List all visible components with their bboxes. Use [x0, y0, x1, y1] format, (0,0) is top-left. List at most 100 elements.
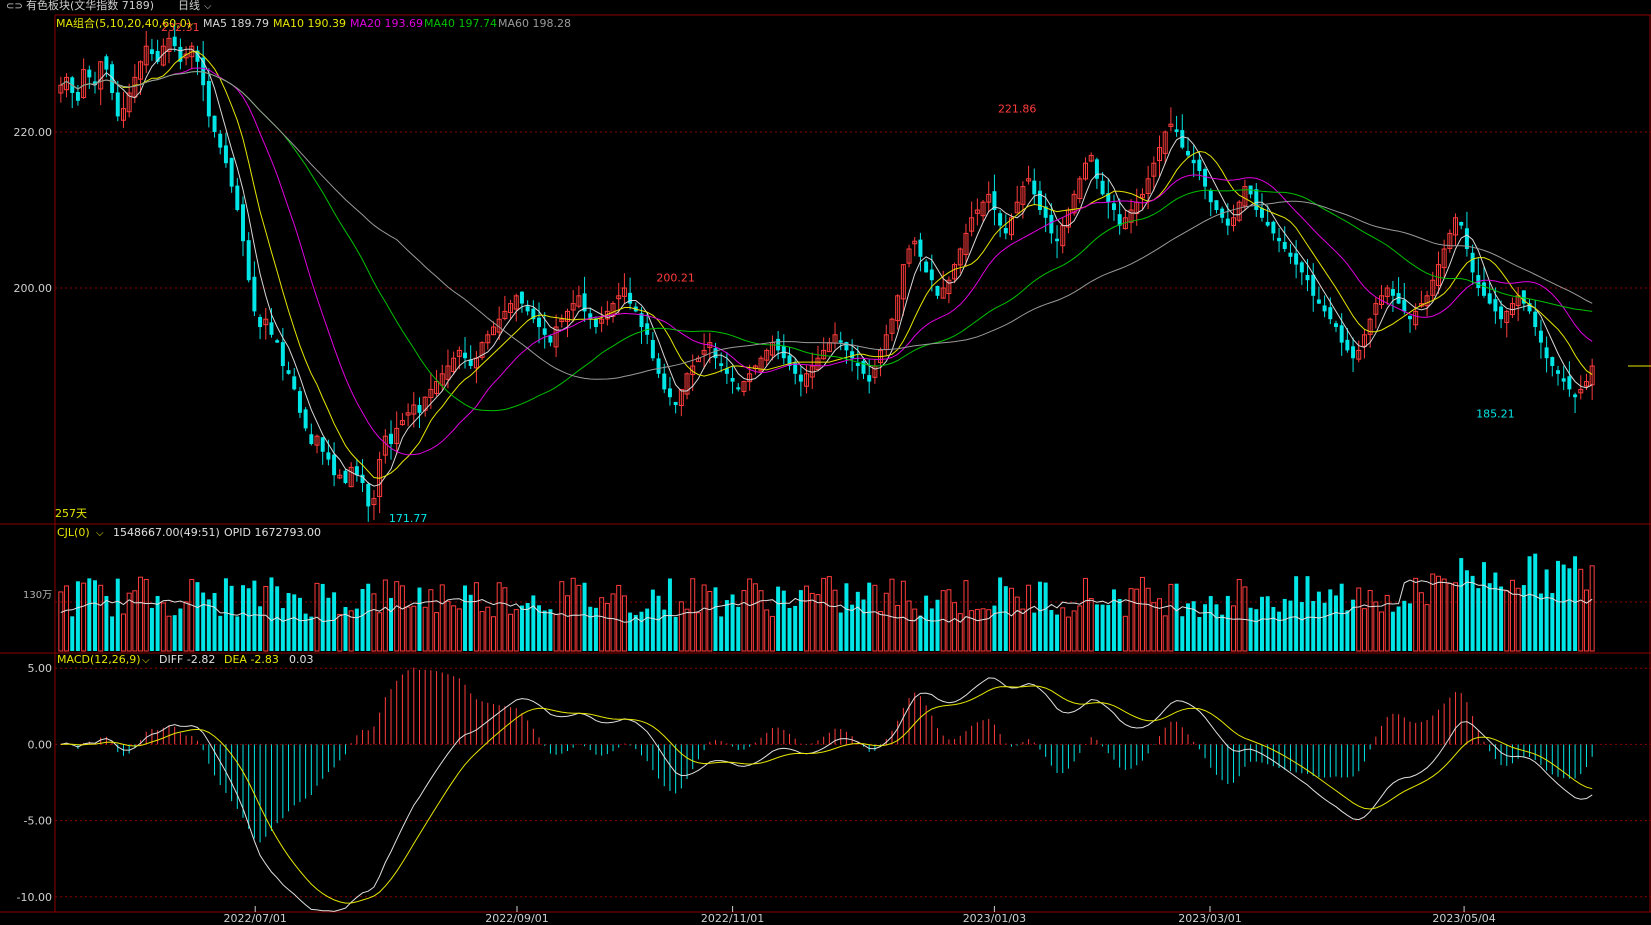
volume-bar	[172, 615, 177, 651]
volume-bar	[280, 608, 285, 651]
candle-body	[303, 409, 308, 429]
candle-body	[1351, 346, 1356, 359]
kline-chart[interactable]: ⊂⊃ 有色板块(文华指数 7189) 日线 ⌵ 220.00 200.00 5.00…	[0, 0, 1651, 925]
candle-body	[212, 115, 217, 132]
volume-bar	[1459, 558, 1464, 651]
volume-bar	[104, 595, 109, 651]
volume-bar	[303, 613, 308, 651]
volume-bar	[1407, 603, 1412, 651]
volume-bar	[337, 613, 343, 652]
volume-bar	[1361, 608, 1367, 652]
volume-bar	[1578, 568, 1584, 652]
volume-bar	[1168, 583, 1174, 652]
volume-bar	[1441, 578, 1447, 652]
volume-bar	[1151, 602, 1157, 652]
candle-body	[1180, 130, 1185, 148]
candle-body	[297, 391, 302, 413]
volume-bar	[490, 616, 496, 652]
candle-body	[1037, 190, 1042, 210]
volume-bar	[360, 588, 365, 651]
volume-scale-label: 130万	[23, 590, 52, 601]
volume-bar	[1180, 616, 1185, 651]
volume-bar	[1470, 575, 1475, 651]
volume-bar	[1259, 596, 1264, 651]
candle-body	[667, 388, 672, 398]
candle-body	[1185, 150, 1190, 156]
volume-bar	[70, 616, 75, 651]
volume-bar	[986, 609, 992, 652]
volume-bar	[445, 600, 451, 652]
volume-bar	[1231, 605, 1237, 652]
x-axis-labels: 2022/07/01 2022/09/01 2022/11/01 2023/01/03…	[223, 906, 1496, 925]
volume-bar	[64, 585, 70, 652]
volume-bar	[241, 585, 246, 651]
volume-bar	[929, 608, 934, 651]
volume-bar	[1345, 610, 1350, 651]
chain-icon[interactable]: ⊂⊃	[6, 1, 23, 12]
volume-bar	[1527, 556, 1532, 651]
candle-body	[235, 185, 240, 210]
volume-bar	[1111, 589, 1116, 651]
candle-body	[246, 240, 251, 281]
volume-bars	[55, 553, 1651, 652]
volume-bar	[946, 589, 952, 652]
extreme-price-label: 185.21	[1476, 407, 1515, 420]
macd-tick-label: -5.00	[24, 815, 52, 828]
candle-body	[861, 360, 866, 374]
candle-body	[229, 157, 234, 187]
volume-bar	[377, 612, 383, 652]
candle-body	[87, 69, 92, 78]
candle-body	[1407, 315, 1412, 320]
candle-body	[1197, 159, 1202, 171]
volume-bar	[645, 608, 650, 651]
volume-bar	[719, 616, 724, 651]
volume-bar	[252, 580, 257, 651]
candle-body	[998, 213, 1003, 226]
volume-bar	[286, 593, 291, 651]
chevron-down-icon: ⌵	[186, 19, 194, 30]
volume-bar	[776, 586, 781, 651]
volume-bar	[1043, 582, 1048, 651]
volume-bar	[855, 591, 860, 651]
candle-body	[104, 56, 109, 70]
volume-bar	[1203, 604, 1208, 651]
volume-bar	[178, 608, 183, 651]
volume-bar	[1060, 607, 1066, 652]
volume-bar	[1009, 587, 1015, 652]
macd-tick-label: -10.00	[17, 891, 52, 904]
volume-bar	[1020, 608, 1026, 652]
volume-bar	[223, 578, 228, 651]
candle-body	[1032, 180, 1037, 195]
candle-body	[286, 370, 291, 374]
chevron-down-icon[interactable]: ⌵	[204, 1, 212, 12]
candle-body	[1499, 306, 1504, 320]
candle-body	[343, 470, 348, 483]
volume-legend[interactable]: CJL(0) ⌵ 1548667.00(49:51) OPID 1672793.…	[57, 526, 321, 539]
candle-body	[332, 454, 337, 476]
period-selector[interactable]: 日线	[178, 0, 200, 12]
macd-legend[interactable]: MACD(12,26,9) ⌵ DIFF -2.82 DEA -2.83 0.0…	[57, 653, 314, 666]
volume-bar	[952, 602, 958, 652]
volume-bar	[924, 595, 929, 651]
candle-body	[537, 317, 542, 327]
candle-body	[1288, 252, 1293, 257]
volume-bar	[900, 580, 906, 652]
volume-bar	[564, 595, 570, 652]
volume-bar	[1589, 565, 1595, 652]
candle-body	[1487, 293, 1492, 304]
candle-body	[548, 335, 553, 343]
panel-frames	[0, 14, 1651, 913]
volume-bar	[428, 589, 434, 652]
macd-indicator-name: MACD(12,26,9)	[57, 653, 141, 666]
instrument-title: 有色板块(文华指数 7189)	[26, 0, 154, 12]
ma40-value: MA40 197.74	[424, 17, 497, 30]
volume-bar	[1077, 605, 1083, 652]
volume-bar	[81, 582, 87, 652]
ma5-value: MA5 189.79	[203, 17, 269, 30]
volume-bar	[439, 584, 445, 652]
volume-bar	[468, 594, 473, 651]
ma-legend[interactable]: MA组合(5,10,20,40,60,0) ⌵ MA5 189.79 MA10 …	[56, 16, 571, 30]
opid-value: OPID 1672793.00	[224, 526, 321, 539]
volume-bar	[201, 592, 206, 651]
volume-bar	[456, 608, 462, 652]
